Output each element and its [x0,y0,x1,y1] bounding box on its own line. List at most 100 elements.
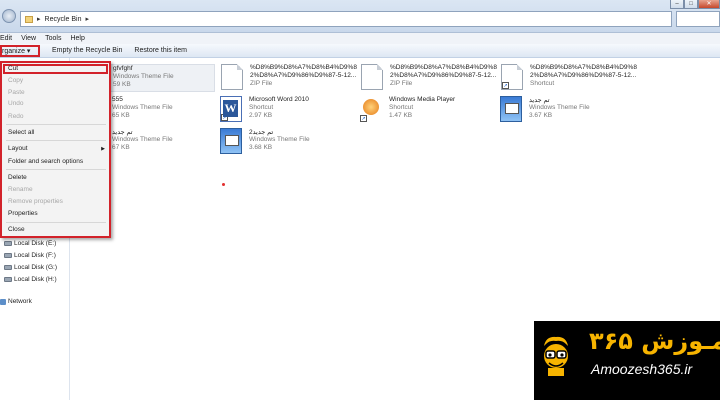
shortcut-arrow-icon: ↗ [360,115,367,122]
file-name: 555 [112,96,123,103]
theme-file-icon [500,96,522,122]
shortcut-arrow-icon: ↗ [221,114,228,121]
file-size: 3.67 KB [529,112,553,119]
file-name: gfvfghf [113,65,133,72]
submenu-arrow-icon: ▶ [101,146,105,152]
sidebar-item-drive-h[interactable]: Local Disk (H:) [4,276,57,283]
file-name: تم جدید [112,129,133,136]
hard-disk-icon [4,277,12,282]
search-input[interactable] [676,11,720,27]
breadcrumb-separator-icon[interactable]: ▸ [37,15,41,23]
watermark-logo: آمـوزش ۳۶۵ Amoozesh365.ir [534,321,720,400]
red-dot-marker [222,183,225,186]
file-name: %D8%B9%D8%A7%D8%B4%D9%8 [530,64,637,71]
cut-highlight [3,64,108,74]
file-type: Windows Theme File [112,136,173,143]
file-item[interactable]: تم جدید Windows Theme File 3.67 KB [500,96,640,124]
menu-edit[interactable]: Edit [0,35,12,42]
menu-item-delete[interactable]: Delete [8,174,27,181]
file-type: Windows Theme File [113,73,174,80]
theme-file-icon [220,128,242,154]
menu-item-select-all[interactable]: Select all [8,129,34,136]
menu-item-remove-properties[interactable]: Remove properties [8,198,63,205]
file-size: 2.97 KB [249,112,273,119]
back-button[interactable] [2,9,16,23]
hard-disk-icon [4,265,12,270]
recycle-bin-icon [25,15,33,23]
file-size: 59 KB [113,81,131,88]
sidebar-item-drive-g[interactable]: Local Disk (G:) [4,264,57,271]
menu-bar: Edit View Tools Help [0,33,720,44]
file-item[interactable]: تم جدید2 Windows Theme File 3.68 KB [220,128,360,156]
breadcrumb-recycle-bin[interactable]: Recycle Bin [45,16,82,23]
address-bar[interactable]: ▸ Recycle Bin ▸ [20,11,672,27]
file-item[interactable]: ↗ Microsoft Word 2010 Shortcut 2.97 KB [220,96,360,124]
file-size: 1.47 KB [389,112,413,119]
file-type: ZIP File [250,80,273,87]
close-window-button[interactable]: ✕ [698,0,720,9]
restore-item-button[interactable]: Restore this item [130,47,191,54]
menu-separator [6,169,106,170]
file-size: 3.68 KB [249,144,273,151]
maximize-button[interactable]: □ [684,0,698,9]
file-type: Shortcut [249,104,274,111]
menu-help[interactable]: Help [70,35,84,42]
hard-disk-icon [4,253,12,258]
file-size: 65 KB [112,112,130,119]
shortcut-arrow-icon: ↗ [502,82,509,89]
window-titlebar: ▸ Recycle Bin ▸ – □ ✕ [0,0,720,33]
sidebar-item-label: Network [8,298,32,305]
menu-item-paste[interactable]: Paste [8,89,25,96]
menu-item-copy[interactable]: Copy [8,77,23,84]
zip-file-icon [361,64,383,90]
file-type: ZIP File [390,80,413,87]
sidebar-item-label: Local Disk (F:) [14,252,56,259]
menu-item-rename[interactable]: Rename [8,186,33,193]
file-type: Shortcut [530,80,555,87]
menu-item-redo[interactable]: Redo [8,113,24,120]
network-icon [0,298,6,305]
menu-tools[interactable]: Tools [45,35,61,42]
watermark-url: Amoozesh365.ir [591,361,693,377]
sidebar-item-label: Local Disk (G:) [14,264,57,271]
organize-button[interactable]: rganize ▾ [0,44,40,57]
file-name-continued: 2%D8%A7%D9%86%D9%87-5-12... [250,72,357,79]
watermark-title: آمـوزش ۳۶۵ [589,327,720,355]
empty-recycle-bin-button[interactable]: Empty the Recycle Bin [48,47,126,54]
command-toolbar: rganize ▾ Empty the Recycle Bin Restore … [0,44,720,58]
menu-item-close[interactable]: Close [8,226,25,233]
file-item[interactable]: ↗ Windows Media Player Shortcut 1.47 KB [360,96,500,124]
file-item[interactable]: ↗ %D8%B9%D8%A7%D8%B4%D9%8 2%D8%A7%D9%86%… [501,64,641,92]
file-name: تم جدید2 [249,129,274,136]
file-name: %D8%B9%D8%A7%D8%B4%D9%8 [250,64,357,71]
mascot-face-icon [544,336,568,376]
menu-separator [6,140,106,141]
menu-item-undo[interactable]: Undo [8,100,24,107]
file-name-continued: 2%D8%A7%D9%86%D9%87-5-12... [390,72,497,79]
file-type: Windows Theme File [529,104,590,111]
file-name: Windows Media Player [389,96,456,103]
organize-label: rganize ▾ [2,47,31,55]
file-item[interactable]: %D8%B9%D8%A7%D8%B4%D9%8 2%D8%A7%D9%86%D9… [221,64,361,92]
menu-view[interactable]: View [21,35,36,42]
sidebar-item-drive-f[interactable]: Local Disk (F:) [4,252,56,259]
file-item[interactable]: %D8%B9%D8%A7%D8%B4%D9%8 2%D8%A7%D9%86%D9… [361,64,501,92]
file-name: تم جدید [529,97,550,104]
file-name: Microsoft Word 2010 [249,96,309,103]
menu-item-layout[interactable]: Layout [8,145,28,152]
file-name: %D8%B9%D8%A7%D8%B4%D9%8 [390,64,497,71]
file-name-continued: 2%D8%A7%D9%86%D9%87-5-12... [530,72,637,79]
sidebar-item-network[interactable]: Network [0,298,32,305]
minimize-button[interactable]: – [670,0,684,9]
sidebar-item-drive-e[interactable]: Local Disk (E:) [4,240,56,247]
breadcrumb-chevron-icon[interactable]: ▸ [85,15,89,23]
zip-file-icon [221,64,243,90]
menu-item-cut[interactable]: Cut [8,65,18,72]
sidebar-item-label: Local Disk (H:) [14,276,57,283]
menu-item-properties[interactable]: Properties [8,210,38,217]
menu-separator [6,222,106,223]
hard-disk-icon [4,241,12,246]
organize-context-menu: Cut Copy Paste Undo Redo Select all Layo… [0,61,111,238]
menu-item-folder-options[interactable]: Folder and search options [8,158,83,165]
file-type: Windows Theme File [112,104,173,111]
